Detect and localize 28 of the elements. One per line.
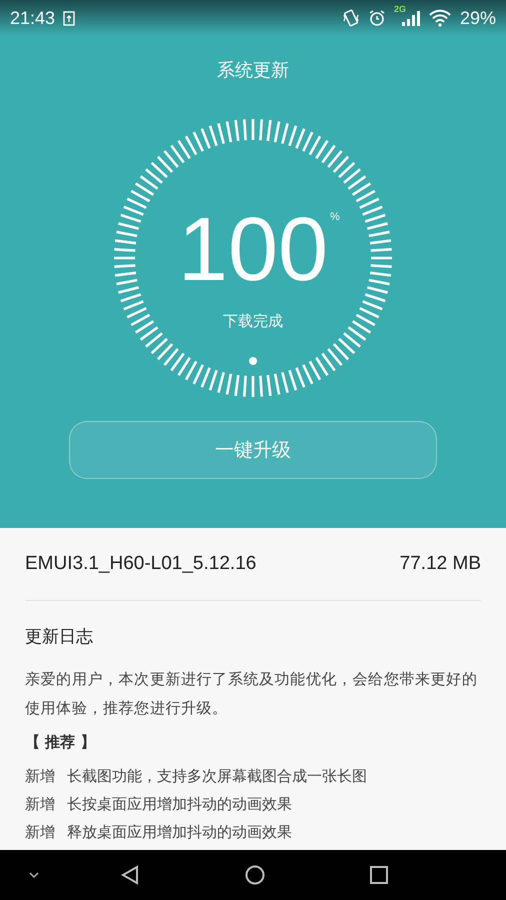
battery-percent: 29% bbox=[460, 8, 496, 28]
package-size: 77.12 MB bbox=[400, 553, 481, 575]
alarm-icon bbox=[368, 9, 386, 27]
indicator-dot bbox=[249, 357, 257, 365]
collapse-icon[interactable] bbox=[29, 872, 39, 878]
change-tag: 新增 bbox=[25, 818, 55, 846]
vibrate-icon bbox=[342, 9, 360, 27]
change-text: 长截图功能，支持多次屏幕截图合成一张长图 bbox=[67, 766, 367, 787]
upload-notification-icon bbox=[63, 10, 76, 26]
network-type: 2G bbox=[394, 4, 406, 14]
section-heading: 【 推荐 】 bbox=[25, 733, 96, 752]
upgrade-button[interactable]: 一键升级 bbox=[69, 421, 437, 479]
home-icon[interactable] bbox=[245, 865, 265, 885]
wifi-icon bbox=[428, 9, 452, 27]
change-tag: 新增 bbox=[25, 790, 55, 818]
recents-icon[interactable] bbox=[370, 866, 388, 884]
changelog-heading: 更新日志 bbox=[25, 626, 94, 648]
package-name: EMUI3.1_H60-L01_5.12.16 bbox=[25, 553, 256, 575]
back-icon[interactable] bbox=[121, 865, 139, 885]
change-text: 长按桌面应用增加抖动的动画效果 bbox=[67, 794, 292, 815]
download-status: 下载完成 bbox=[222, 312, 284, 331]
change-text: 释放桌面应用增加抖动的动画效果 bbox=[67, 822, 292, 843]
change-tag: 新增 bbox=[25, 762, 55, 790]
percent-sign: % bbox=[330, 211, 340, 223]
clock-time: 21:43 bbox=[10, 8, 56, 28]
changelog-intro: 亲爱的用户，本次更新进行了系统及功能优化，会给您带来更好的使用体验，推荐您进行升级。 bbox=[25, 669, 478, 719]
page-title: 系统更新 bbox=[217, 59, 289, 83]
progress-percent: 100 bbox=[178, 205, 328, 295]
